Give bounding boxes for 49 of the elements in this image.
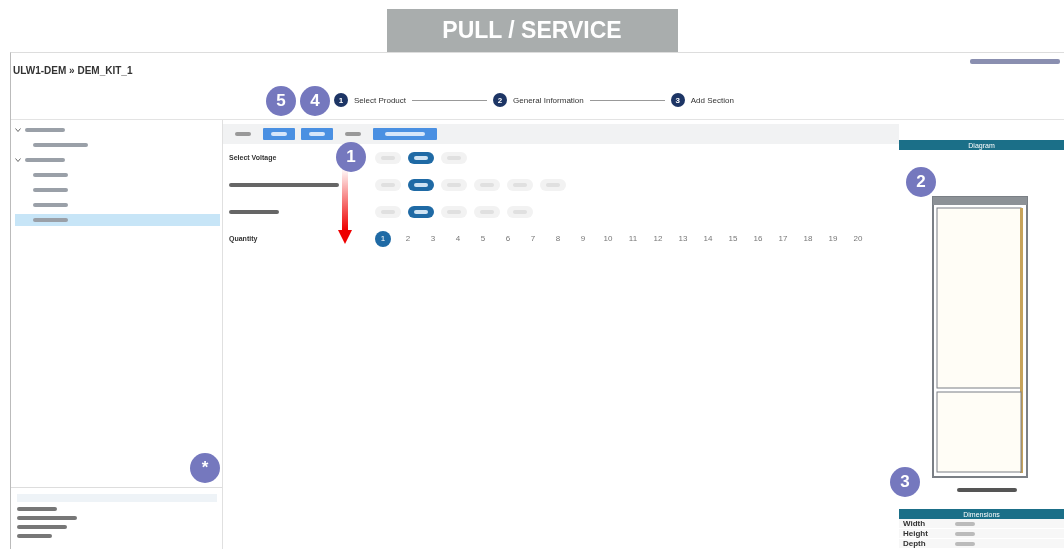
section-banner: PULL / SERVICE (386, 9, 678, 52)
option-pill[interactable] (408, 151, 434, 164)
quantity-option[interactable]: 16 (750, 230, 766, 247)
callout-marker: 3 (890, 467, 920, 497)
toolbar-button[interactable] (263, 128, 295, 140)
caret-icon[interactable] (15, 128, 21, 132)
option-label (229, 209, 279, 214)
quantity-option[interactable]: 6 (500, 230, 516, 247)
quantity-option[interactable]: 13 (675, 230, 691, 247)
quantity-option[interactable]: 4 (450, 230, 466, 247)
step-number: 3 (670, 93, 685, 107)
quantity-option[interactable]: 14 (700, 230, 716, 247)
quantity-option[interactable]: 10 (600, 230, 616, 247)
step-number: 2 (493, 93, 508, 107)
callout-marker: 4 (300, 86, 330, 116)
toolbar-button[interactable] (373, 128, 437, 140)
option-pill[interactable] (408, 178, 434, 191)
dimension-label: Height (903, 529, 929, 538)
quantity-option[interactable]: 12 (650, 230, 666, 247)
quantity-option[interactable]: 3 (425, 230, 441, 247)
quantity-option[interactable]: 9 (575, 230, 591, 247)
quantity-option[interactable]: 1 (375, 230, 391, 247)
callout-marker: 2 (906, 167, 936, 197)
page-title: ULW1-DEM » DEM_KIT_1 (13, 65, 134, 76)
toolbar-button[interactable] (301, 128, 333, 140)
callout-marker: 1 (336, 142, 366, 172)
quantity-option[interactable]: 5 (475, 230, 491, 247)
quantity-option[interactable]: 17 (775, 230, 791, 247)
tree-item[interactable] (15, 214, 220, 226)
quantity-option[interactable]: 8 (550, 230, 566, 247)
step-number: 1 (334, 93, 348, 107)
quantity-option[interactable]: 11 (625, 230, 641, 247)
dimension-label: Depth (903, 539, 927, 548)
quantity-option[interactable]: 20 (850, 230, 866, 247)
step-label[interactable]: Select Product (354, 95, 407, 105)
option-pill[interactable] (408, 205, 434, 218)
step-label[interactable]: Add Section (690, 95, 734, 105)
down-arrow-icon (338, 168, 352, 244)
quantity-option[interactable]: 2 (400, 230, 416, 247)
quantity-option[interactable]: 15 (725, 230, 741, 247)
dimension-label: Width (903, 519, 927, 528)
quantity-option[interactable]: 18 (800, 230, 816, 247)
diagram-caption (957, 488, 1017, 492)
quantity-option[interactable]: 7 (525, 230, 541, 247)
step-label[interactable]: General Information (513, 95, 584, 105)
quantity-option[interactable]: 19 (825, 230, 841, 247)
caret-icon[interactable] (15, 158, 21, 162)
callout-marker: 5 (266, 86, 296, 116)
callout-marker: * (190, 453, 220, 483)
